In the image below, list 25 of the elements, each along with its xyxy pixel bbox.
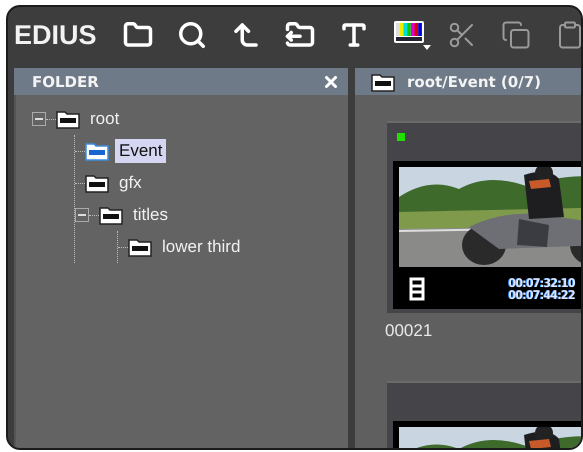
folder-icon[interactable] — [122, 20, 153, 50]
app-logo: EDIUS — [14, 20, 97, 50]
film-icon — [409, 277, 425, 301]
folder-icon — [371, 72, 395, 92]
search-icon[interactable] — [176, 20, 207, 50]
bin-path: root/Event (0/7) — [407, 72, 542, 90]
folder-icon — [128, 237, 152, 257]
folder-icon — [56, 109, 80, 129]
color-bars-icon[interactable] — [392, 19, 433, 51]
timecode-in: 00:07:32:10 — [508, 277, 575, 289]
tree-item[interactable]: lower third — [158, 235, 244, 259]
tree-item[interactable]: root — [86, 107, 124, 131]
tree-item[interactable]: titles — [129, 203, 172, 227]
tree-item[interactable]: Event — [115, 139, 166, 163]
folder-icon — [99, 205, 123, 225]
expander-icon[interactable] — [32, 112, 46, 126]
clip-card[interactable]: 00:07:32:10 00:07:44:22 — [387, 121, 581, 313]
folder-icon — [85, 141, 109, 161]
tree-item[interactable]: gfx — [115, 171, 146, 195]
expander-icon[interactable] — [75, 208, 89, 222]
export-icon[interactable] — [284, 20, 315, 50]
timecode-out: 00:07:44:22 — [508, 289, 575, 301]
clip-name: 00021 — [385, 321, 434, 341]
panel-title: FOLDER — [32, 72, 100, 90]
folder-icon — [85, 173, 109, 193]
